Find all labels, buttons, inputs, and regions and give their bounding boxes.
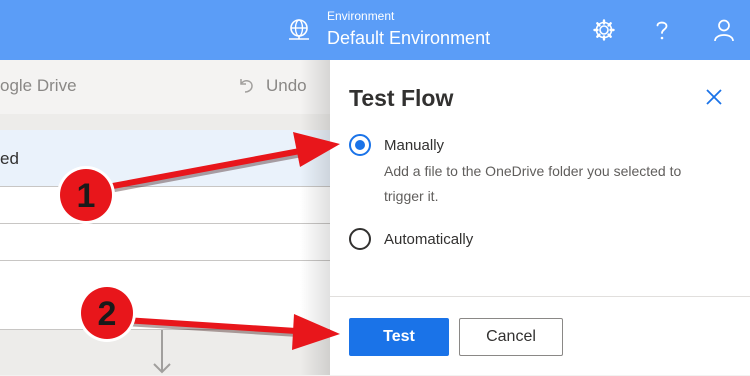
down-arrow-icon (153, 330, 171, 374)
manually-description: Add a file to the OneDrive folder you se… (384, 163, 682, 204)
panel-shadow (300, 60, 330, 375)
field-row[interactable] (0, 261, 330, 330)
environment-label: Environment (327, 9, 395, 23)
top-bar: Environment Default Environment (0, 0, 750, 60)
automatically-radio[interactable] (349, 228, 371, 250)
user-icon[interactable] (710, 16, 738, 44)
close-icon[interactable] (702, 85, 726, 109)
panel-title: Test Flow (349, 85, 454, 111)
gear-icon[interactable] (590, 16, 618, 44)
manually-radio[interactable] (349, 134, 371, 156)
help-icon[interactable] (648, 16, 676, 44)
flow-designer-background: ogle Drive Undo ed (0, 60, 330, 375)
flow-name-text: ogle Drive (0, 76, 77, 95)
trigger-card[interactable]: ed (0, 130, 330, 187)
field-row[interactable] (0, 224, 330, 261)
undo-icon[interactable] (236, 75, 256, 95)
test-flow-panel: Test Flow Manually Add a file to the One… (330, 60, 750, 375)
test-button[interactable]: Test (349, 318, 449, 356)
globe-icon[interactable] (286, 17, 312, 43)
cancel-button[interactable]: Cancel (459, 318, 563, 356)
automatically-label[interactable]: Automatically (384, 231, 473, 248)
environment-name[interactable]: Default Environment (327, 28, 490, 49)
panel-divider (330, 296, 750, 297)
trigger-card-text: ed (0, 149, 19, 168)
manually-label[interactable]: Manually (384, 137, 444, 154)
designer-toolbar: ogle Drive Undo (0, 60, 330, 114)
field-row[interactable] (0, 187, 330, 224)
